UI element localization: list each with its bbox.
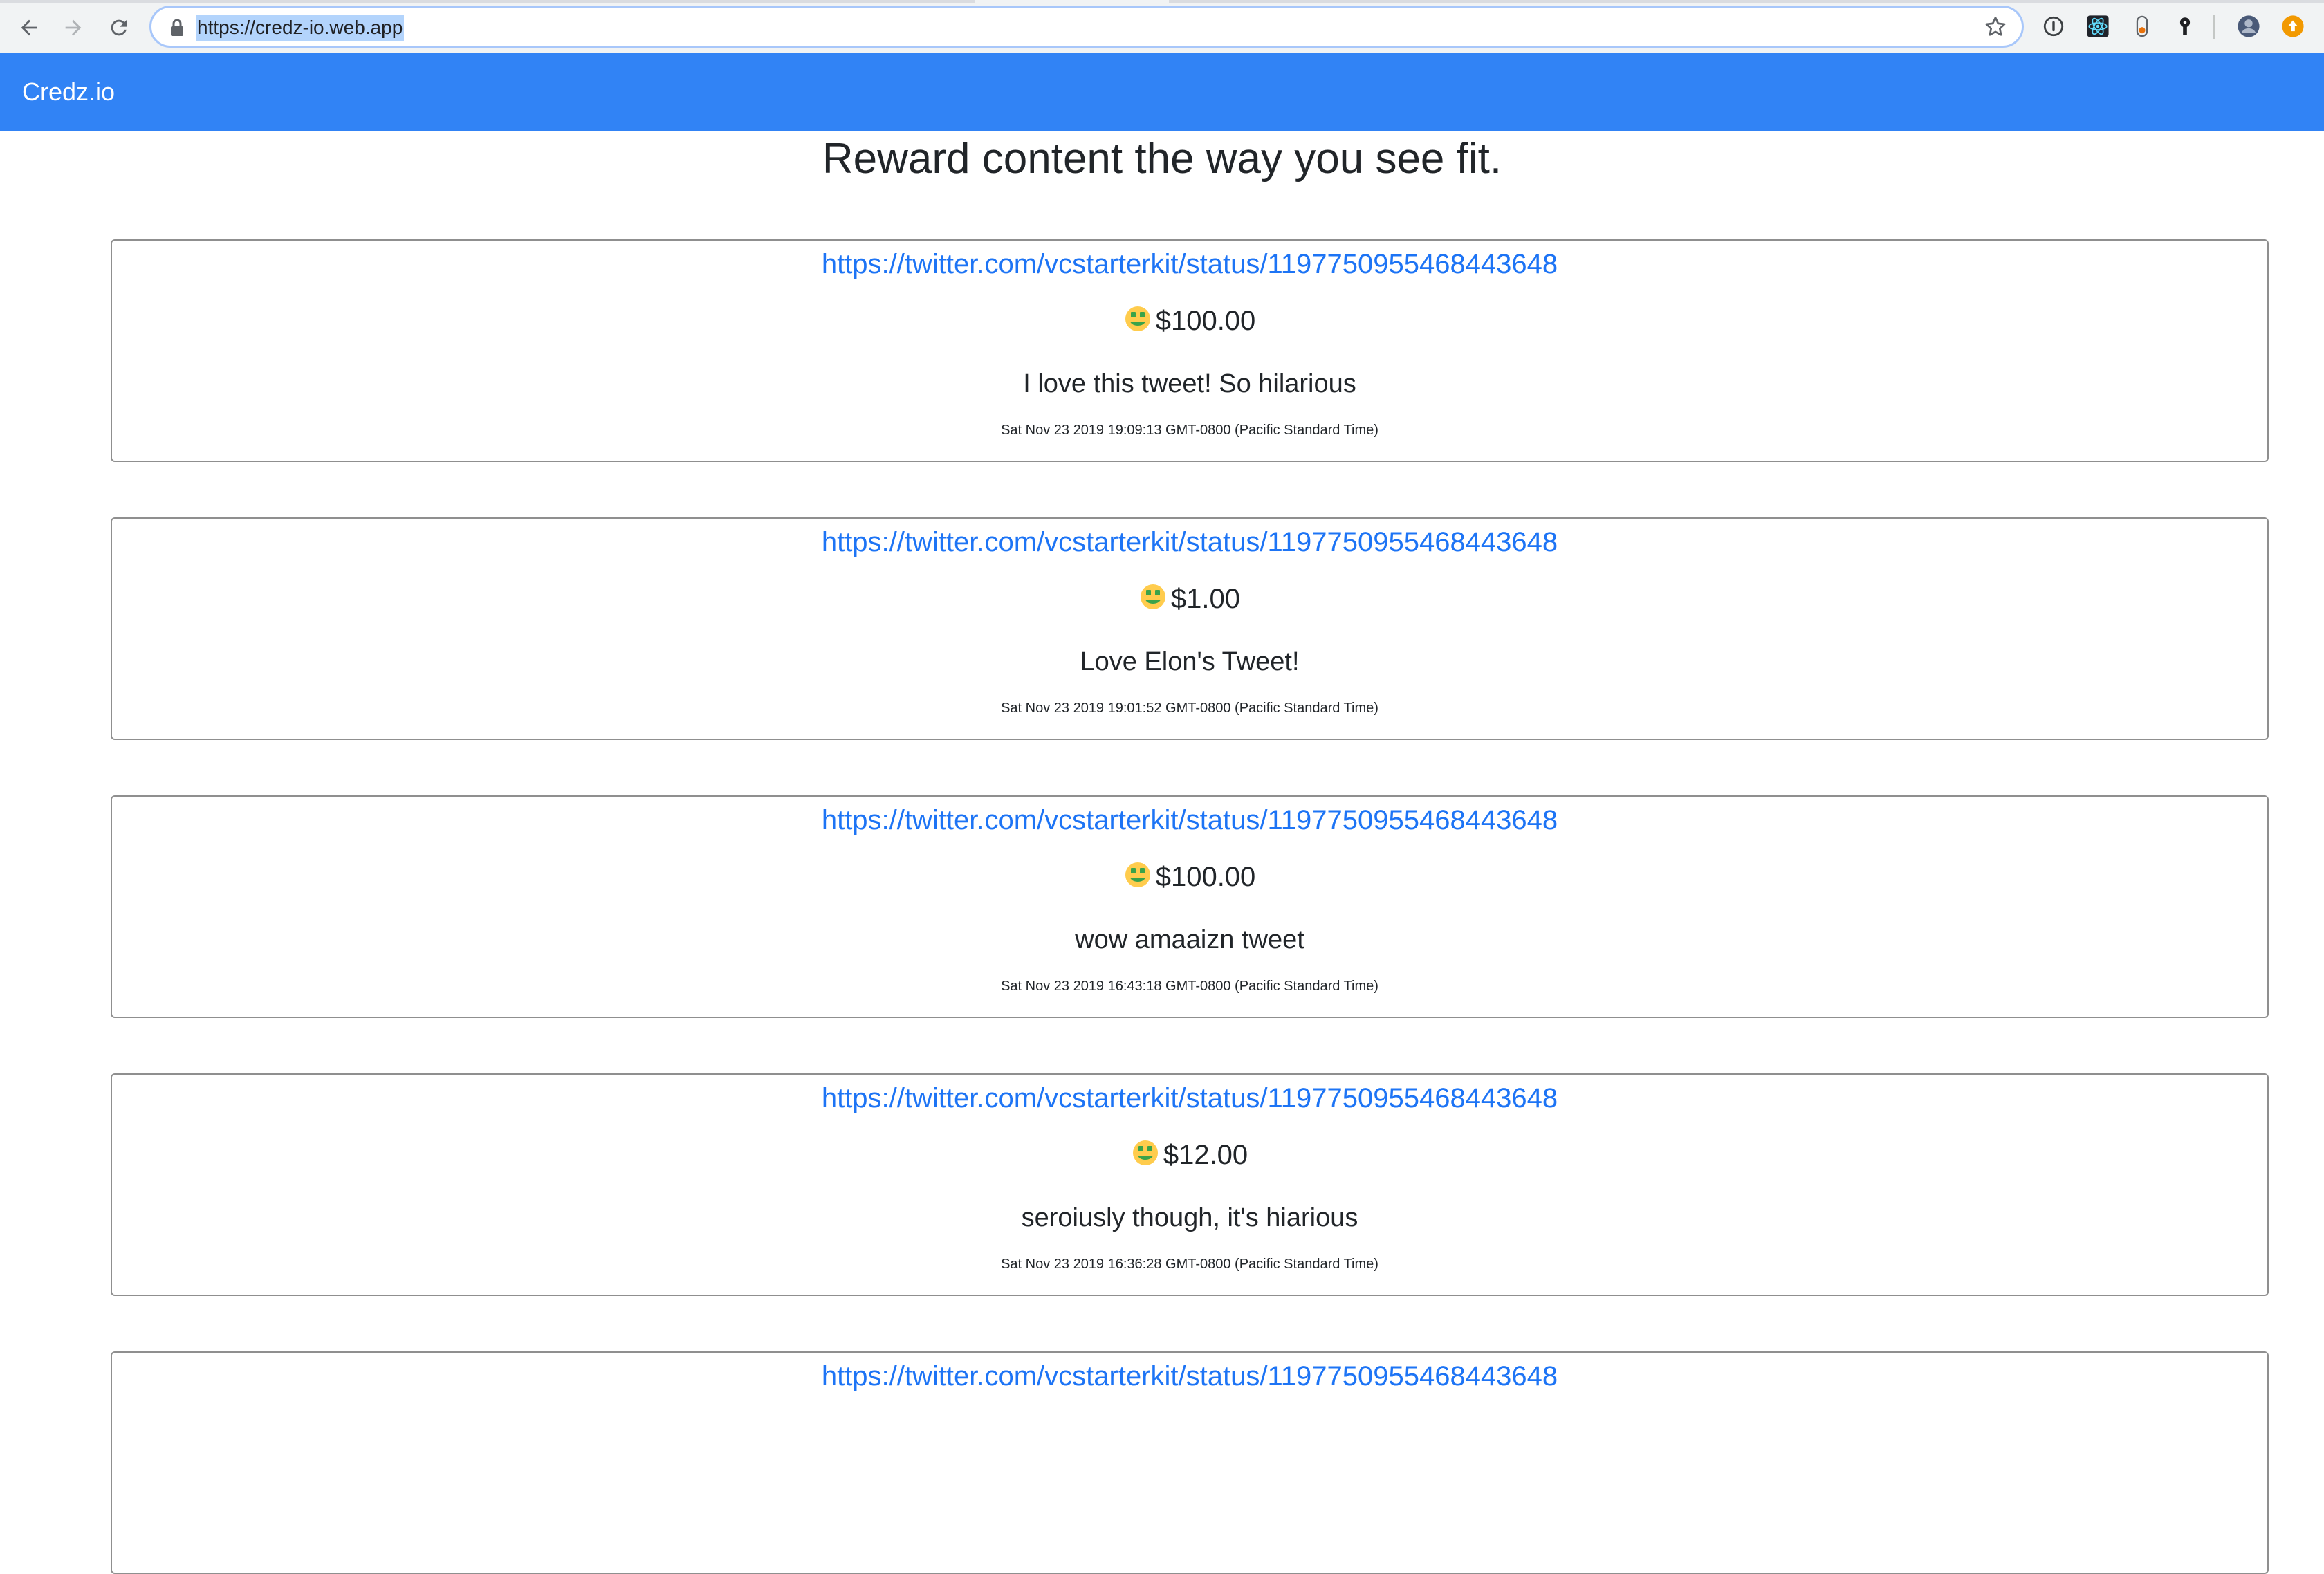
money-mouth-face-icon <box>1132 1140 1158 1165</box>
tweet-link[interactable]: https://twitter.com/vcstarterkit/status/… <box>112 1357 2267 1396</box>
app-navbar: Credz.io <box>0 53 2324 131</box>
money-mouth-face-icon <box>1125 862 1150 887</box>
reward-card: https://twitter.com/vcstarterkit/status/… <box>111 239 2269 462</box>
reward-timestamp: Sat Nov 23 2019 16:36:28 GMT-0800 (Pacif… <box>1001 1257 1378 1272</box>
extension-react-button[interactable] <box>2085 13 2111 39</box>
reward-card: https://twitter.com/vcstarterkit/status/… <box>111 795 2269 1018</box>
amount-value: $100.00 <box>1155 306 1256 336</box>
tweet-link[interactable]: https://twitter.com/vcstarterkit/status/… <box>112 1079 2267 1118</box>
money-mouth-face-icon <box>1140 584 1165 609</box>
tweet-link[interactable]: https://twitter.com/vcstarterkit/status/… <box>112 801 2267 840</box>
forward-button[interactable] <box>58 12 89 43</box>
keyhole-icon <box>2179 17 2191 35</box>
extension-toggle-button[interactable] <box>2129 13 2155 39</box>
back-button[interactable] <box>14 12 44 43</box>
arrow-right-icon <box>65 19 82 36</box>
reward-timestamp: Sat Nov 23 2019 19:01:52 GMT-0800 (Pacif… <box>1001 701 1378 716</box>
extension-update-button[interactable] <box>2280 13 2306 39</box>
reward-amount: $1.00 <box>112 580 2267 618</box>
reward-card: https://twitter.com/vcstarterkit/status/… <box>111 517 2269 740</box>
address-url[interactable]: https://credz-io.web.app <box>196 15 405 41</box>
extension-keyhole-button[interactable] <box>2172 13 2198 39</box>
reward-amount: $12.00 <box>112 1136 2267 1174</box>
address-bar[interactable]: https://credz-io.web.app <box>149 6 2024 48</box>
reward-message: wow amaaizn tweet <box>1075 925 1304 954</box>
reload-icon <box>111 19 127 36</box>
tab-strip-edge <box>0 0 975 3</box>
browser-toolbar: https://credz-io.web.app <box>0 0 2324 53</box>
amount-value: $1.00 <box>1170 584 1241 614</box>
arrow-left-icon <box>21 19 37 36</box>
tweet-link[interactable]: https://twitter.com/vcstarterkit/status/… <box>112 245 2267 284</box>
toggle-extension-icon <box>2136 15 2148 37</box>
reward-card: https://twitter.com/vcstarterkit/status/… <box>111 1351 2269 1574</box>
update-badge-icon <box>2282 15 2304 37</box>
amount-value: $12.00 <box>1163 1140 1248 1170</box>
extension-password-button[interactable] <box>2040 13 2067 39</box>
reward-amount: $100.00 <box>112 858 2267 896</box>
lock-icon <box>171 19 183 36</box>
profile-button[interactable] <box>2235 13 2262 39</box>
reward-message: seroiusly though, it's hiarious <box>1021 1203 1358 1232</box>
page-title: Reward content the way you see fit. <box>822 135 1502 183</box>
reward-timestamp: Sat Nov 23 2019 16:43:18 GMT-0800 (Pacif… <box>1001 979 1378 994</box>
react-devtools-icon <box>2087 15 2109 37</box>
bookmark-star-icon[interactable] <box>1983 15 2008 39</box>
tab-strip-edge <box>1169 0 2324 3</box>
money-mouth-face-icon <box>1125 306 1150 331</box>
reward-card: https://twitter.com/vcstarterkit/status/… <box>111 1073 2269 1296</box>
toolbar-divider <box>2213 15 2215 39</box>
reward-amount: $100.00 <box>112 302 2267 340</box>
tweet-link[interactable]: https://twitter.com/vcstarterkit/status/… <box>112 523 2267 562</box>
avatar <box>2238 15 2260 37</box>
reward-message: I love this tweet! So hilarious <box>1023 369 1356 398</box>
amount-value: $100.00 <box>1155 862 1256 892</box>
password-manager-icon <box>2043 16 2064 37</box>
brand-link[interactable]: Credz.io <box>22 53 115 131</box>
reward-message: Love Elon's Tweet! <box>1080 647 1300 676</box>
reward-timestamp: Sat Nov 23 2019 19:09:13 GMT-0800 (Pacif… <box>1001 423 1378 438</box>
reload-button[interactable] <box>104 12 134 43</box>
